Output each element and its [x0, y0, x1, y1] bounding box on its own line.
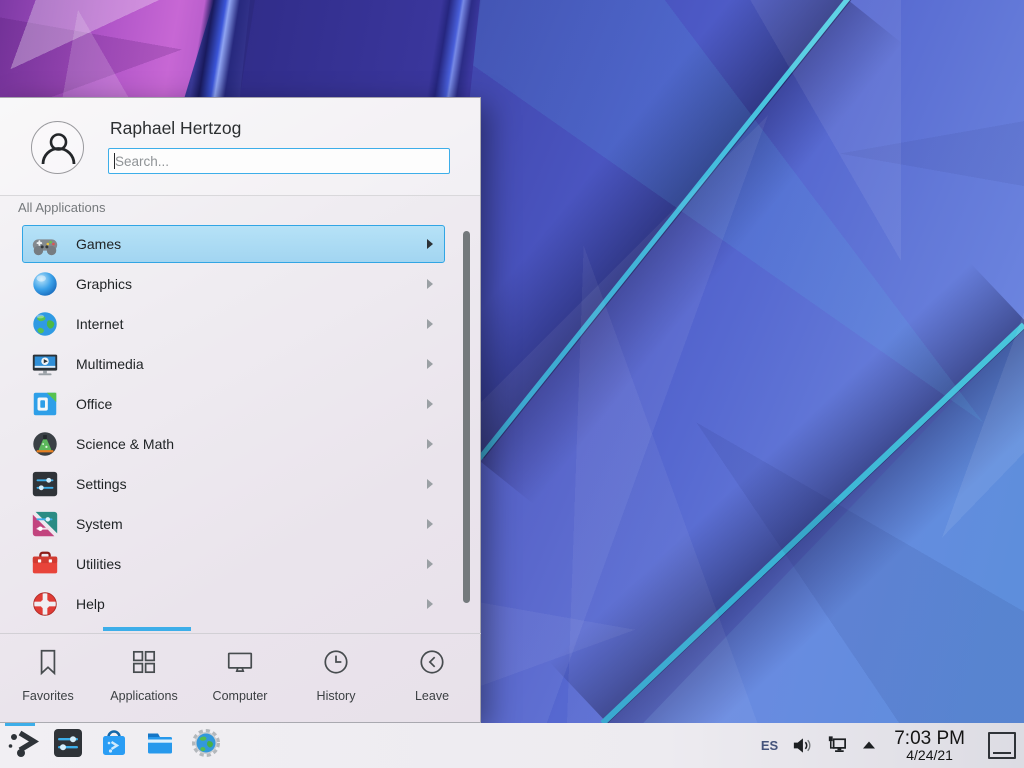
submenu-arrow-icon [426, 518, 434, 530]
system-tray: ES [761, 729, 1024, 763]
category-label: Graphics [76, 276, 410, 292]
submenu-arrow-icon [426, 238, 434, 250]
taskbar-panel: ES [0, 723, 1024, 768]
category-row-settings[interactable]: Settings [22, 465, 445, 503]
expand-tray-caret-icon[interactable] [861, 739, 877, 751]
search-input[interactable] [108, 148, 450, 174]
tab-label: History [317, 689, 356, 703]
submenu-arrow-icon [426, 478, 434, 490]
category-label: Help [76, 596, 410, 612]
category-label: Utilities [76, 556, 410, 572]
submenu-arrow-icon [426, 598, 434, 610]
launcher-tabbar: Favorites Applications [0, 633, 481, 724]
lifebuoy-icon [30, 589, 60, 619]
wired-network-icon[interactable] [825, 734, 848, 756]
submenu-arrow-icon [426, 278, 434, 290]
search-field[interactable] [108, 148, 450, 174]
clock-time: 7:03 PM [894, 729, 965, 748]
submenu-arrow-icon [426, 358, 434, 370]
tab-label: Applications [110, 689, 177, 703]
section-label: All Applications [18, 200, 105, 215]
tab-label: Leave [415, 689, 449, 703]
tab-history[interactable]: History [288, 634, 384, 703]
computer-icon [225, 647, 255, 682]
submenu-arrow-icon [426, 438, 434, 450]
digital-clock[interactable]: 7:03 PM 4/24/21 [894, 729, 965, 763]
office-document-icon [30, 389, 60, 419]
tab-label: Computer [213, 689, 268, 703]
category-label: Multimedia [76, 356, 410, 372]
category-row-multimedia[interactable]: Multimedia [22, 345, 445, 383]
submenu-arrow-icon [426, 558, 434, 570]
category-label: Settings [76, 476, 410, 492]
category-label: System [76, 516, 410, 532]
globe-gear-icon [190, 727, 222, 764]
category-label: Office [76, 396, 410, 412]
tab-favorites[interactable]: Favorites [0, 634, 96, 703]
web-browser-button[interactable] [189, 729, 223, 763]
category-label: Games [76, 236, 410, 252]
category-row-system[interactable]: System [22, 505, 445, 543]
desktop: Raphael Hertzog All Applications [0, 0, 1024, 768]
folder-icon [144, 727, 176, 764]
category-label: Internet [76, 316, 410, 332]
category-row-internet[interactable]: Internet [22, 305, 445, 343]
category-row-help[interactable]: Help [22, 585, 445, 623]
file-manager-button[interactable] [143, 729, 177, 763]
tab-computer[interactable]: Computer [192, 634, 288, 703]
keyboard-layout-indicator[interactable]: ES [761, 738, 778, 753]
category-list: Games Graphics [0, 223, 481, 627]
system-settings-button[interactable] [51, 729, 85, 763]
paint-sphere-icon [30, 269, 60, 299]
sliders-icon [30, 469, 60, 499]
tab-applications[interactable]: Applications [96, 634, 192, 703]
submenu-arrow-icon [426, 318, 434, 330]
kickoff-icon [5, 727, 39, 764]
user-name: Raphael Hertzog [110, 118, 241, 139]
launcher-header: Raphael Hertzog [0, 98, 480, 196]
toolbox-icon [30, 549, 60, 579]
submenu-arrow-icon [426, 398, 434, 410]
volume-icon[interactable] [791, 735, 812, 756]
active-tab-indicator [103, 627, 191, 631]
app-launcher-button[interactable] [5, 729, 39, 763]
history-clock-icon [321, 647, 351, 682]
application-launcher-popup: Raphael Hertzog All Applications [0, 97, 481, 723]
category-row-games[interactable]: Games [22, 225, 445, 263]
app-grid-icon [129, 647, 159, 682]
flask-icon [30, 429, 60, 459]
category-label: Science & Math [76, 436, 410, 452]
discover-bag-icon [98, 727, 130, 764]
category-row-science-math[interactable]: Science & Math [22, 425, 445, 463]
tab-label: Favorites [22, 689, 73, 703]
monitor-play-icon [30, 349, 60, 379]
system-sliders-icon [30, 509, 60, 539]
active-task-indicator [5, 723, 35, 726]
category-row-office[interactable]: Office [22, 385, 445, 423]
category-row-utilities[interactable]: Utilities [22, 545, 445, 583]
show-desktop-button[interactable] [988, 732, 1016, 759]
clock-date: 4/24/21 [906, 748, 953, 762]
user-avatar-icon[interactable] [31, 121, 84, 174]
category-row-graphics[interactable]: Graphics [22, 265, 445, 303]
discover-button[interactable] [97, 729, 131, 763]
gamepad-icon [30, 229, 60, 259]
tab-leave[interactable]: Leave [384, 634, 480, 703]
bookmark-icon [33, 647, 63, 682]
text-caret [114, 153, 115, 169]
scrollbar[interactable] [463, 231, 470, 603]
leave-icon [417, 647, 447, 682]
settings-sliders-icon [52, 727, 84, 764]
globe-icon [30, 309, 60, 339]
